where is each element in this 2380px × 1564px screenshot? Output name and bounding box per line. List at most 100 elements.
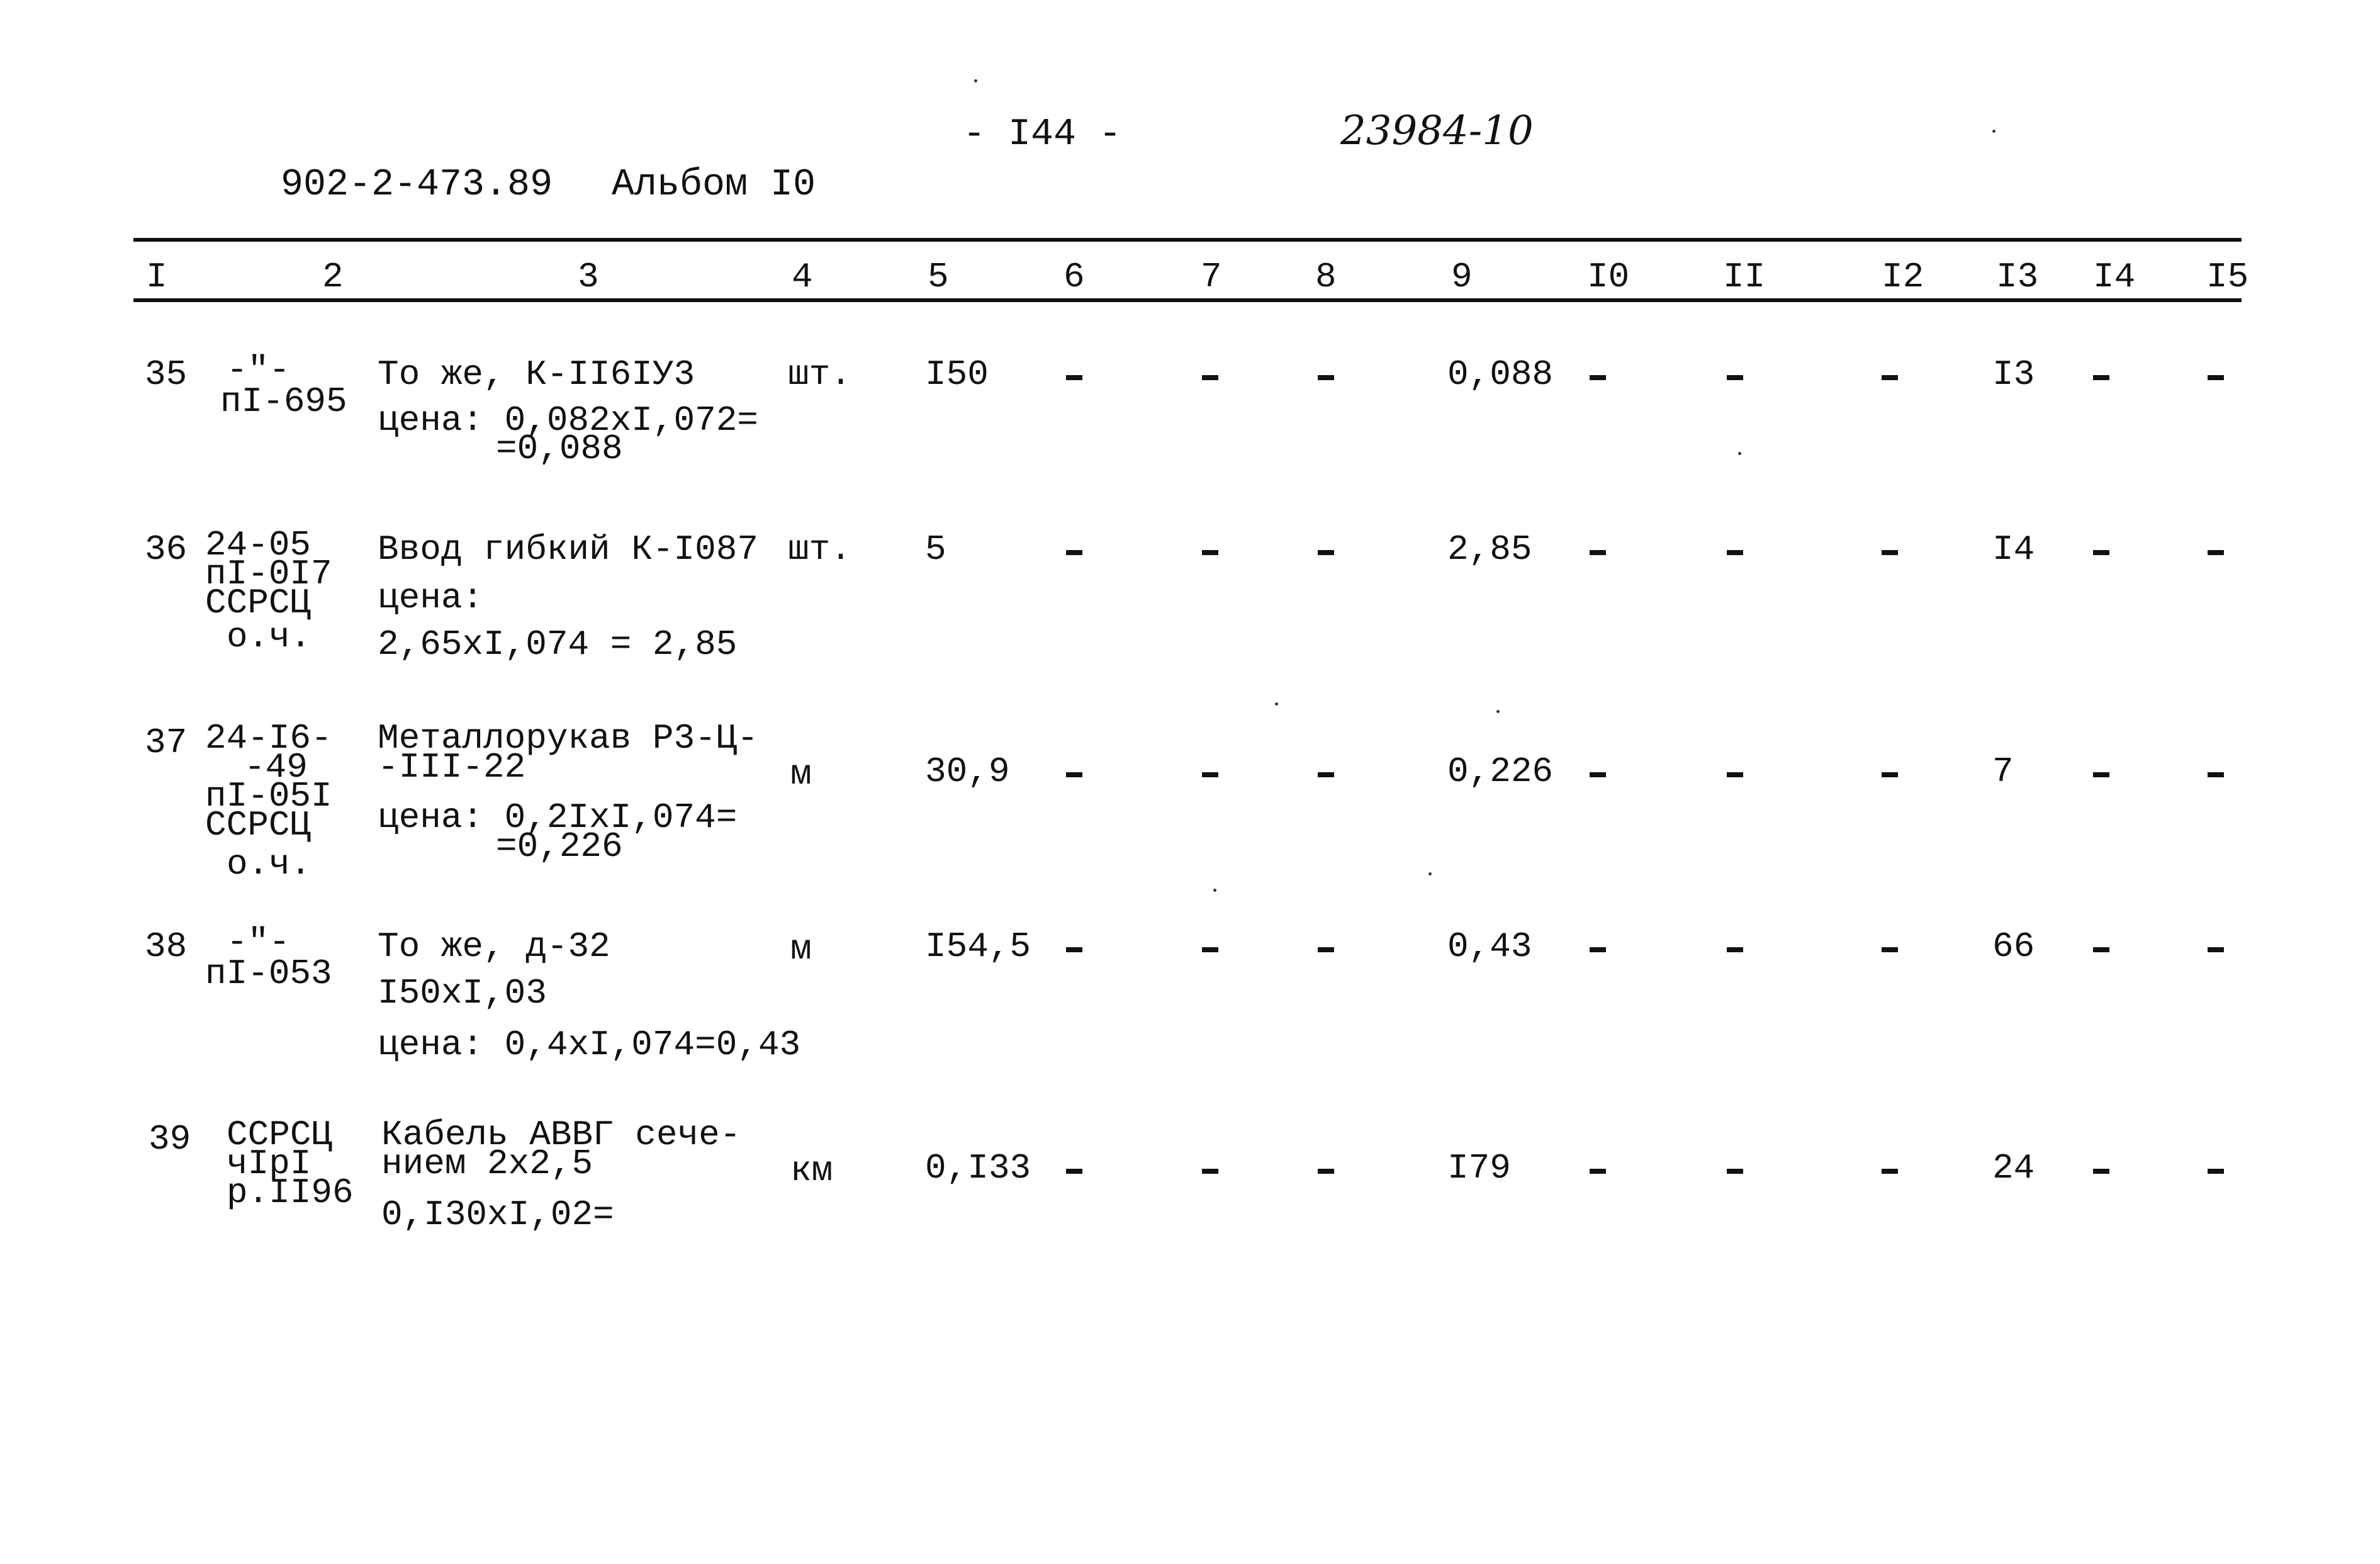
unit-price: 0,088: [1447, 354, 1554, 395]
scan-speck: [1275, 702, 1278, 706]
empty-cell-dash: [2208, 772, 2224, 777]
row-number: 39: [149, 1119, 191, 1159]
row-number: 37: [145, 723, 188, 763]
description-line: нием 2х2,5: [381, 1144, 593, 1184]
row-number: 36: [145, 529, 188, 570]
code-line: р.II96: [227, 1173, 354, 1213]
description-line: 0,I30хI,02=: [381, 1195, 614, 1235]
column-header: I: [146, 257, 167, 297]
code-line: ССРСЦ: [205, 583, 312, 623]
column-header: II: [1723, 257, 1766, 297]
empty-cell-dash: [2093, 772, 2109, 777]
scan-speck: [1213, 889, 1216, 892]
column-13-value: 7: [1992, 751, 2014, 792]
table-header-bottom-rule: [133, 298, 2242, 302]
empty-cell-dash: [1727, 1169, 1743, 1174]
description-line: I50хI,03: [378, 973, 547, 1013]
empty-cell-dash: [1066, 1169, 1082, 1174]
code-line: ССРСЦ: [205, 805, 312, 845]
scan-speck: [1992, 130, 1995, 133]
quantity: I50: [925, 354, 989, 395]
empty-cell-dash: [1066, 550, 1082, 555]
unit-price: 2,85: [1447, 529, 1532, 570]
empty-cell-dash: [1590, 375, 1606, 380]
empty-cell-dash: [1318, 375, 1334, 380]
description-line: 2,65хI,074 = 2,85: [378, 624, 738, 665]
column-header: 6: [1064, 257, 1085, 297]
empty-cell-dash: [2208, 1169, 2224, 1174]
empty-cell-dash: [1202, 375, 1218, 380]
scan-speck: [974, 79, 977, 82]
empty-cell-dash: [1727, 947, 1743, 952]
empty-cell-dash: [2208, 375, 2224, 380]
empty-cell-dash: [2208, 947, 2224, 952]
unit: шт.: [788, 529, 851, 570]
code-line: -"-: [227, 350, 290, 390]
empty-cell-dash: [1590, 772, 1606, 777]
column-header: I2: [1882, 257, 1924, 297]
empty-cell-dash: [1882, 1169, 1898, 1174]
unit-price: 0,43: [1447, 926, 1532, 967]
row-number: 35: [145, 354, 188, 395]
scan-speck: [1496, 710, 1500, 713]
empty-cell-dash: [1202, 947, 1218, 952]
column-header: I3: [1996, 257, 2039, 297]
empty-cell-dash: [2093, 1169, 2109, 1174]
empty-cell-dash: [1202, 1169, 1218, 1174]
unit: м: [790, 929, 812, 969]
empty-cell-dash: [2208, 550, 2224, 555]
page-number: - I44 -: [963, 113, 1122, 156]
empty-cell-dash: [1882, 947, 1898, 952]
row-number: 38: [145, 926, 188, 967]
empty-cell-dash: [1318, 772, 1334, 777]
unit: м: [790, 754, 812, 794]
column-header: 9: [1451, 257, 1473, 297]
description-line: =0,088: [496, 429, 623, 469]
quantity: 0,I33: [925, 1148, 1031, 1188]
unit-price: I79: [1447, 1148, 1511, 1188]
code-line: о.ч.: [227, 617, 312, 657]
code-line: о.ч.: [227, 844, 312, 884]
table-top-rule: [133, 238, 2242, 242]
empty-cell-dash: [1066, 947, 1082, 952]
description-line: цена:: [378, 578, 484, 618]
quantity: 5: [925, 529, 946, 570]
column-header: 5: [928, 257, 949, 297]
column-header: 7: [1201, 257, 1222, 297]
empty-cell-dash: [1590, 947, 1606, 952]
album-label: Альбом I0: [612, 164, 816, 206]
empty-cell-dash: [1882, 772, 1898, 777]
quantity: 30,9: [925, 751, 1010, 792]
empty-cell-dash: [1318, 550, 1334, 555]
empty-cell-dash: [1066, 375, 1082, 380]
document-code: 902-2-473.89: [281, 164, 553, 206]
column-header: I4: [2093, 257, 2136, 297]
empty-cell-dash: [2093, 947, 2109, 952]
empty-cell-dash: [1202, 550, 1218, 555]
unit: км: [790, 1150, 833, 1191]
empty-cell-dash: [1202, 772, 1218, 777]
empty-cell-dash: [1318, 947, 1334, 952]
description-line: -III-22: [378, 747, 526, 787]
empty-cell-dash: [1882, 550, 1898, 555]
empty-cell-dash: [1727, 375, 1743, 380]
column-13-value: I3: [1992, 354, 2035, 395]
empty-cell-dash: [1727, 550, 1743, 555]
column-header: 4: [792, 257, 813, 297]
empty-cell-dash: [1318, 1169, 1334, 1174]
code-line: пI-695: [220, 381, 347, 422]
empty-cell-dash: [1066, 772, 1082, 777]
empty-cell-dash: [1590, 1169, 1606, 1174]
quantity: I54,5: [925, 926, 1031, 967]
empty-cell-dash: [1590, 550, 1606, 555]
description-line: Ввод гибкий К-I087: [378, 529, 758, 570]
column-13-value: 24: [1992, 1148, 2035, 1188]
description-line: цена: 0,4хI,074=0,43: [378, 1025, 801, 1065]
column-13-value: 66: [1992, 926, 2035, 967]
code-line: -"-: [227, 922, 290, 962]
unit-price: 0,226: [1447, 751, 1554, 792]
empty-cell-dash: [1882, 375, 1898, 380]
empty-cell-dash: [2093, 375, 2109, 380]
description-line: То же, д-32: [378, 926, 610, 967]
scan-speck: [1738, 452, 1741, 455]
